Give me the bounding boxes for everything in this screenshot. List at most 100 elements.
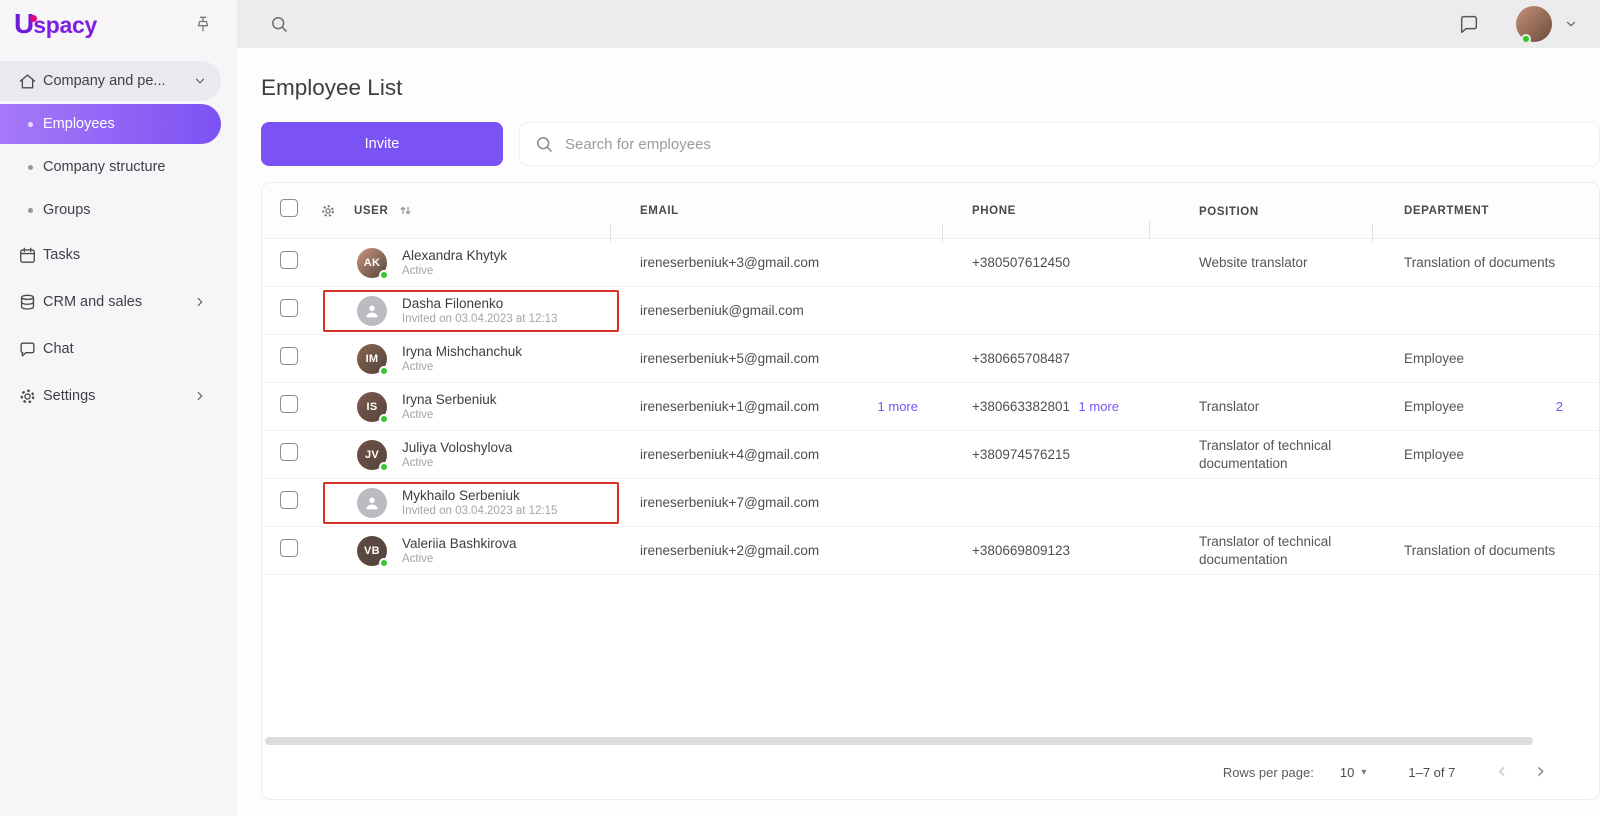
sidebar-item-settings[interactable]: Settings bbox=[0, 374, 221, 418]
sidebar-item-crm-and-sales[interactable]: CRM and sales bbox=[0, 280, 221, 324]
employee-name[interactable]: Mykhailo Serbeniuk bbox=[402, 488, 557, 503]
table-row[interactable]: Dasha Filonenko Invited on 03.04.2023 at… bbox=[262, 287, 1599, 335]
table-row[interactable]: IS Iryna Serbeniuk Active ireneserbeniuk… bbox=[262, 383, 1599, 431]
table-row[interactable]: JV Juliya Voloshylova Active ireneserben… bbox=[262, 431, 1599, 479]
row-checkbox[interactable] bbox=[280, 491, 298, 509]
sidebar-item-employees[interactable]: Employees bbox=[0, 104, 221, 144]
phone-more-link[interactable]: 1 more bbox=[1079, 399, 1119, 414]
sidebar-item-company-structure[interactable]: Company structure bbox=[0, 147, 221, 187]
table-row[interactable]: IM Iryna Mishchanchuk Active ireneserben… bbox=[262, 335, 1599, 383]
column-header-email[interactable]: EMAIL bbox=[640, 205, 679, 217]
department-more-link[interactable]: 2 bbox=[1556, 399, 1563, 414]
column-header-position[interactable]: POSITION bbox=[1199, 206, 1259, 218]
row-checkbox[interactable] bbox=[280, 443, 298, 461]
rows-per-page-label: Rows per page: bbox=[1223, 765, 1314, 780]
row-checkbox[interactable] bbox=[280, 539, 298, 557]
app-window: U spacy Company and pe...EmployeesCompan… bbox=[0, 0, 1600, 816]
logo-dot-icon bbox=[30, 15, 37, 22]
employee-avatar: IS bbox=[357, 392, 387, 422]
employee-name[interactable]: Juliya Voloshylova bbox=[402, 440, 512, 455]
table-row[interactable]: Mykhailo Serbeniuk Invited on 03.04.2023… bbox=[262, 479, 1599, 527]
row-department-cell: Employee bbox=[1372, 446, 1599, 464]
employee-phone: +380507612450 bbox=[972, 254, 1070, 272]
bullet-icon bbox=[28, 165, 33, 170]
row-email-cell: ireneserbeniuk+7@gmail.com bbox=[610, 494, 942, 512]
online-status-dot bbox=[379, 414, 389, 424]
row-email-cell: ireneserbeniuk+1@gmail.com 1 more bbox=[610, 398, 942, 416]
sidebar-item-label: Company structure bbox=[43, 159, 221, 175]
row-checkbox-cell bbox=[262, 395, 318, 418]
employee-name[interactable]: Iryna Mishchanchuk bbox=[402, 344, 522, 359]
chevron-down-icon[interactable] bbox=[1564, 17, 1578, 31]
employee-status: Active bbox=[402, 265, 507, 277]
employee-position: Website translator bbox=[1199, 255, 1308, 270]
home-icon bbox=[18, 72, 37, 91]
employee-status: Invited on 03.04.2023 at 12:15 bbox=[402, 505, 557, 517]
content-area: Employee List Invite bbox=[237, 48, 1600, 816]
employee-avatar: VB bbox=[357, 536, 387, 566]
row-checkbox[interactable] bbox=[280, 395, 298, 413]
employee-search-input[interactable] bbox=[565, 136, 1585, 153]
sidebar-item-chat[interactable]: Chat bbox=[0, 327, 221, 371]
email-more-link[interactable]: 1 more bbox=[878, 399, 918, 414]
employee-name[interactable]: Valeriia Bashkirova bbox=[402, 536, 517, 551]
header-phone-cell: PHONE bbox=[942, 205, 1149, 217]
row-position-cell: Translator bbox=[1149, 398, 1372, 416]
row-user-cell: Mykhailo Serbeniuk Invited on 03.04.2023… bbox=[318, 488, 610, 518]
select-all-checkbox[interactable] bbox=[280, 199, 298, 217]
table-row[interactable]: AK Alexandra Khytyk Active ireneserbeniu… bbox=[262, 239, 1599, 287]
messages-icon[interactable] bbox=[1458, 13, 1480, 35]
row-phone-cell: +380663382801 1 more bbox=[942, 398, 1149, 416]
employee-name[interactable]: Alexandra Khytyk bbox=[402, 248, 507, 263]
employee-name[interactable]: Iryna Serbeniuk bbox=[402, 392, 497, 407]
employee-avatar bbox=[357, 296, 387, 326]
table-row[interactable]: VB Valeriia Bashkirova Active ireneserbe… bbox=[262, 527, 1599, 575]
row-checkbox[interactable] bbox=[280, 347, 298, 365]
sidebar-nav: Company and pe... Employees Company struct… bbox=[0, 48, 237, 421]
pin-icon[interactable] bbox=[193, 14, 213, 34]
search-icon[interactable] bbox=[269, 14, 289, 34]
row-checkbox[interactable] bbox=[280, 251, 298, 269]
rows-per-page-select[interactable]: 10 ▾ bbox=[1340, 765, 1367, 780]
employee-search-box[interactable] bbox=[519, 122, 1600, 166]
row-user-cell: IM Iryna Mishchanchuk Active bbox=[318, 344, 610, 374]
row-phone-cell: +380974576215 bbox=[942, 446, 1149, 464]
sidebar-item-tasks[interactable]: Tasks bbox=[0, 233, 221, 277]
row-checkbox[interactable] bbox=[280, 299, 298, 317]
topbar bbox=[237, 0, 1600, 48]
invite-button[interactable]: Invite bbox=[261, 122, 503, 166]
page-title: Employee List bbox=[261, 75, 1600, 101]
avatar-initials: AK bbox=[364, 257, 381, 269]
employee-email: ireneserbeniuk+4@gmail.com bbox=[640, 446, 819, 464]
table-header: USER EMAIL PHONE POSITION bbox=[262, 183, 1599, 239]
row-email-cell: ireneserbeniuk+3@gmail.com bbox=[610, 254, 942, 272]
calendar-icon bbox=[18, 246, 37, 265]
column-header-user[interactable]: USER bbox=[354, 205, 388, 217]
header-email-cell: EMAIL bbox=[610, 205, 942, 217]
sort-icon[interactable] bbox=[398, 203, 413, 218]
chat-icon bbox=[18, 340, 37, 359]
column-header-phone[interactable]: PHONE bbox=[972, 205, 1016, 217]
table-body: AK Alexandra Khytyk Active ireneserbeniu… bbox=[262, 239, 1599, 575]
employee-name[interactable]: Dasha Filonenko bbox=[402, 296, 557, 311]
row-user-cell: AK Alexandra Khytyk Active bbox=[318, 248, 610, 278]
horizontal-scrollbar[interactable] bbox=[265, 737, 1533, 745]
user-avatar[interactable] bbox=[1516, 6, 1552, 42]
next-page-button[interactable]: › bbox=[1536, 761, 1545, 783]
sidebar-item-company-and-pe[interactable]: Company and pe... bbox=[0, 61, 221, 101]
prev-page-button[interactable]: ‹ bbox=[1497, 761, 1506, 783]
column-header-department[interactable]: DEPARTMENT bbox=[1404, 205, 1489, 217]
chevron-down-icon bbox=[193, 74, 207, 88]
employee-table: USER EMAIL PHONE POSITION bbox=[261, 182, 1600, 800]
uspacy-logo[interactable]: U spacy bbox=[14, 8, 97, 40]
employee-email: ireneserbeniuk+7@gmail.com bbox=[640, 494, 819, 512]
user-text: Mykhailo Serbeniuk Invited on 03.04.2023… bbox=[402, 488, 557, 517]
row-checkbox-cell bbox=[262, 299, 318, 322]
table-settings-gear-icon[interactable] bbox=[320, 203, 336, 219]
sidebar-item-groups[interactable]: Groups bbox=[0, 190, 221, 230]
employee-department: Employee bbox=[1404, 398, 1464, 416]
employee-phone: +380665708487 bbox=[972, 350, 1070, 368]
sidebar-item-label: Employees bbox=[43, 116, 221, 132]
user-text: Iryna Serbeniuk Active bbox=[402, 392, 497, 421]
online-status-dot bbox=[379, 366, 389, 376]
